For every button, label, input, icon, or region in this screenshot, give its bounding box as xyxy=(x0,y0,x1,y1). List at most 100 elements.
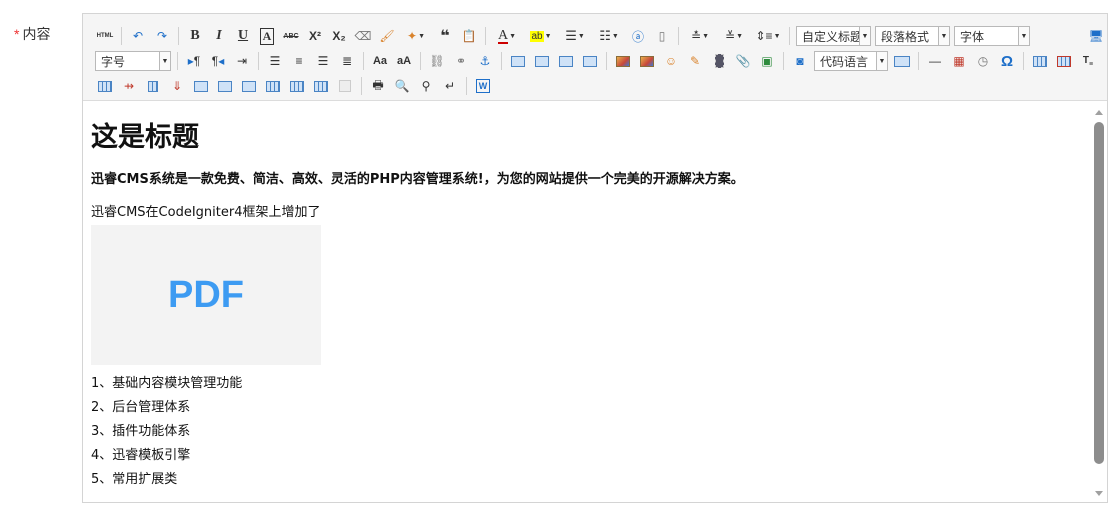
lineheight-icon[interactable]: ⇕≡ ▼ xyxy=(753,26,783,46)
rowspacing-bottom-icon[interactable]: ≚ ▼ xyxy=(719,26,749,46)
merge-right-icon[interactable] xyxy=(215,76,235,96)
page-break-icon[interactable] xyxy=(892,51,912,71)
image-center-icon[interactable] xyxy=(580,51,600,71)
content-field-label: * 内容 xyxy=(14,24,50,44)
insert-col-icon[interactable] xyxy=(143,76,163,96)
charts-icon[interactable] xyxy=(335,76,355,96)
font-color-icon[interactable]: A ▼ xyxy=(492,26,522,46)
blockquote-icon[interactable]: ❝ xyxy=(435,26,455,46)
select-all-icon[interactable]: ⓐ xyxy=(628,26,648,46)
code-language-select[interactable]: 代码语言 ▼ xyxy=(814,51,888,71)
merge-down-icon[interactable] xyxy=(239,76,259,96)
pdf-image[interactable]: PDF xyxy=(91,225,321,365)
rtl-icon[interactable]: ¶ ◂ xyxy=(208,51,228,71)
separator xyxy=(361,77,362,95)
attachment-icon[interactable]: 📎 xyxy=(733,51,753,71)
anchor-icon[interactable]: ⚓ xyxy=(475,51,495,71)
delete-table-icon[interactable] xyxy=(1054,51,1074,71)
lowercase-icon[interactable]: aA xyxy=(394,51,414,71)
image-none-icon[interactable] xyxy=(508,51,528,71)
rowspacing-top-icon[interactable]: ≛ ▼ xyxy=(685,26,715,46)
content-heading: 这是标题 xyxy=(91,122,199,153)
preview-icon[interactable]: 🔍 xyxy=(392,76,412,96)
horizontal-icon[interactable]: — xyxy=(925,51,945,71)
map-icon[interactable]: ▣ xyxy=(757,51,777,71)
unlink-icon[interactable]: ⚭ xyxy=(451,51,471,71)
strikethrough-icon[interactable]: ABC xyxy=(281,26,301,46)
source-html-icon[interactable]: HTML xyxy=(95,26,115,46)
separator xyxy=(177,52,178,70)
editor-content-area[interactable]: 这是标题 迅睿CMS系统是一款免费、简洁、高效、灵活的PHP内容管理系统!，为您… xyxy=(83,102,1093,502)
insert-video-icon[interactable] xyxy=(709,51,729,71)
scrawl-icon[interactable]: ✎ xyxy=(685,51,705,71)
content-list: 1、基础内容模块管理功能 2、后台管理体系 3、插件功能体系 4、迅睿模板引擎 … xyxy=(91,372,1093,492)
background-color-icon[interactable]: ab ▼ xyxy=(526,26,556,46)
paste-plain-icon[interactable]: 📋 xyxy=(459,26,479,46)
fullscreen-icon[interactable]: 🖥 xyxy=(1086,26,1106,46)
insert-row-icon[interactable] xyxy=(95,76,115,96)
content-lead-paragraph: 迅睿CMS系统是一款免费、简洁、高效、灵活的PHP内容管理系统!，为您的网站提供… xyxy=(91,172,744,187)
fontborder-icon[interactable]: A xyxy=(257,26,277,46)
subscript-icon[interactable]: X₂ xyxy=(329,26,349,46)
bold-icon[interactable]: B xyxy=(185,26,205,46)
insert-table-icon[interactable] xyxy=(1030,51,1050,71)
align-center-icon[interactable]: ≡ xyxy=(289,51,309,71)
italic-icon[interactable]: I xyxy=(209,26,229,46)
scrollbar-thumb[interactable] xyxy=(1094,122,1104,464)
date-icon[interactable]: ▦ xyxy=(949,51,969,71)
image-right-icon[interactable] xyxy=(556,51,576,71)
unordered-list-icon[interactable]: ☷ ▼ xyxy=(594,26,624,46)
superscript-icon[interactable]: X² xyxy=(305,26,325,46)
link-icon[interactable]: ⛓ xyxy=(427,51,447,71)
vertical-scrollbar[interactable] xyxy=(1091,102,1107,502)
uppercase-icon[interactable]: Aa xyxy=(370,51,390,71)
autotypeset-icon[interactable]: ✦ ▼ xyxy=(401,26,431,46)
undo-icon[interactable]: ↶ xyxy=(128,26,148,46)
separator xyxy=(466,77,467,95)
indent-icon[interactable]: ⇥ xyxy=(232,51,252,71)
split-cols-icon[interactable] xyxy=(311,76,331,96)
separator xyxy=(420,52,421,70)
font-family-select[interactable]: 字体 ▼ xyxy=(954,26,1030,46)
emotion-icon[interactable]: ☺ xyxy=(661,51,681,71)
split-rows-icon[interactable] xyxy=(287,76,307,96)
align-right-icon[interactable]: ☰ xyxy=(313,51,333,71)
eraser-icon[interactable]: ⌫ xyxy=(353,26,373,46)
align-left-icon[interactable]: ☰ xyxy=(265,51,285,71)
image-left-icon[interactable] xyxy=(532,51,552,71)
word-import-icon[interactable]: W xyxy=(473,76,493,96)
ltr-icon[interactable]: ▸ ¶ xyxy=(184,51,204,71)
ordered-list-icon[interactable]: ☰ ▼ xyxy=(560,26,590,46)
font-size-select[interactable]: 字号 ▼ xyxy=(95,51,171,71)
time-icon[interactable]: ◷ xyxy=(973,51,993,71)
underline-icon[interactable]: U xyxy=(233,26,253,46)
paragraph-format-select[interactable]: 段落格式 ▼ xyxy=(875,26,950,46)
format-brush-icon[interactable]: 🖌 xyxy=(377,26,397,46)
special-char-icon[interactable]: Ω xyxy=(997,51,1017,71)
scroll-up-arrow-icon[interactable] xyxy=(1095,110,1103,115)
delete-row-icon[interactable]: ⇸ xyxy=(119,76,139,96)
insert-paragraph-before-table-icon[interactable]: T≡ xyxy=(1078,51,1098,71)
split-cells-icon[interactable] xyxy=(263,76,283,96)
list-item: 1、基础内容模块管理功能 xyxy=(91,376,243,391)
merge-cells-icon[interactable] xyxy=(191,76,211,96)
line-break-icon[interactable]: ↵ xyxy=(440,76,460,96)
align-justify-icon[interactable]: ≣ xyxy=(337,51,357,71)
delete-col-icon[interactable]: ⇓ xyxy=(167,76,187,96)
list-item: 3、插件功能体系 xyxy=(91,424,191,439)
separator xyxy=(178,27,179,45)
required-mark: * xyxy=(14,26,20,42)
clear-doc-icon[interactable]: ▯ xyxy=(652,26,672,46)
insert-image-icon[interactable] xyxy=(637,51,657,71)
label-text: 内容 xyxy=(22,26,51,42)
separator xyxy=(258,52,259,70)
list-item: 4、迅睿模板引擎 xyxy=(91,448,191,463)
print-icon[interactable]: 🖶 xyxy=(368,76,388,96)
custom-title-select[interactable]: 自定义标题 ▼ xyxy=(796,26,871,46)
separator xyxy=(363,52,364,70)
simple-upload-icon[interactable] xyxy=(613,51,633,71)
redo-icon[interactable]: ↷ xyxy=(152,26,172,46)
scroll-down-arrow-icon[interactable] xyxy=(1095,491,1103,496)
insert-frame-icon[interactable]: ◙ xyxy=(790,51,810,71)
search-replace-icon[interactable]: ⚲ xyxy=(416,76,436,96)
